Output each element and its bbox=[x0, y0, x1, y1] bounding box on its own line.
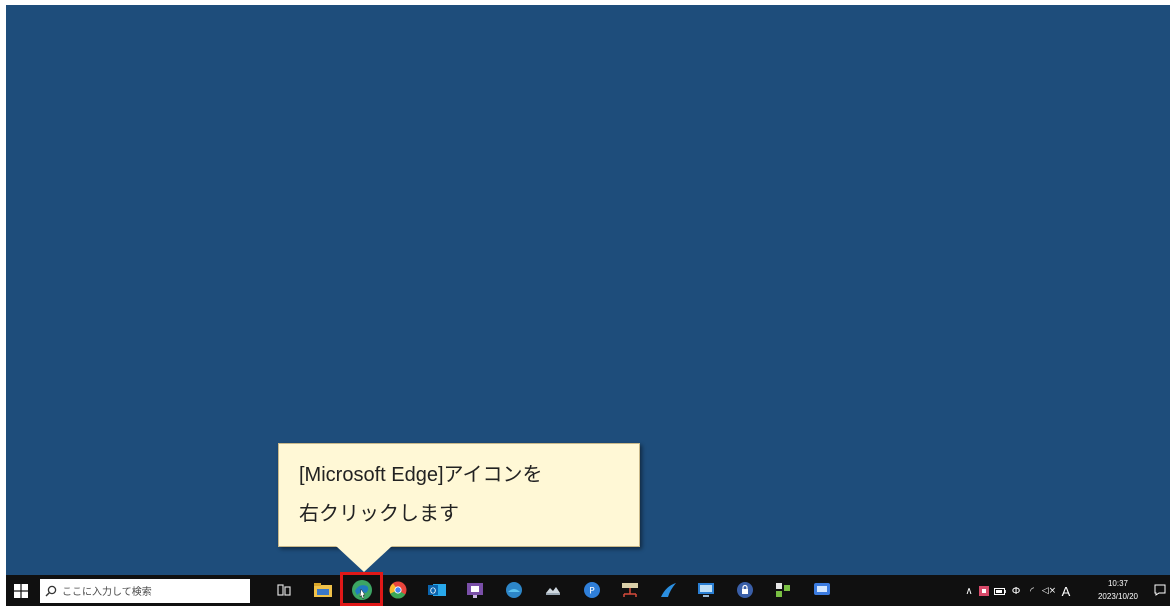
remote-desktop-button[interactable] bbox=[694, 578, 718, 602]
store-app-icon bbox=[776, 583, 790, 597]
tray-overflow-chevron-icon[interactable]: ∧ bbox=[962, 586, 976, 597]
edge-highlight-box bbox=[340, 572, 383, 606]
battery-icon[interactable] bbox=[992, 587, 1008, 595]
lock-app-icon bbox=[737, 582, 753, 598]
task-view-icon bbox=[277, 584, 291, 596]
pen-workspace-icon[interactable]: Ф bbox=[1008, 586, 1024, 597]
wifi-icon[interactable]: ◜ bbox=[1024, 586, 1040, 597]
screen-app-icon bbox=[814, 583, 830, 595]
chrome-button[interactable] bbox=[386, 578, 410, 602]
svg-text:O: O bbox=[430, 587, 436, 596]
chrome-icon bbox=[389, 581, 407, 599]
callout-line-2: 右クリックします bbox=[299, 503, 459, 525]
volume-muted-icon[interactable]: ◁× bbox=[1040, 586, 1058, 596]
search-icon bbox=[40, 585, 62, 597]
callout-line-1: [Microsoft Edge]アイコンを bbox=[299, 464, 543, 486]
notification-button[interactable] bbox=[1150, 578, 1170, 602]
task-view-button[interactable] bbox=[272, 578, 296, 602]
outlook-button[interactable]: O bbox=[425, 578, 449, 602]
network-icon bbox=[622, 583, 638, 597]
network-button[interactable] bbox=[618, 578, 642, 602]
clock-date: 2023/10/20 bbox=[1097, 592, 1139, 601]
file-explorer-button[interactable] bbox=[311, 578, 335, 602]
cloud-icon bbox=[546, 587, 560, 595]
browser-icon bbox=[506, 582, 522, 598]
svg-text:P: P bbox=[589, 587, 595, 597]
file-explorer-icon bbox=[314, 583, 332, 597]
callout-tail bbox=[336, 546, 392, 572]
tray-app-icon[interactable] bbox=[976, 585, 992, 597]
clock-time: 10:37 bbox=[1107, 579, 1129, 588]
search-box[interactable]: ここに入力して検索 bbox=[40, 578, 250, 603]
windows-start-icon bbox=[14, 583, 28, 598]
ime-indicator[interactable]: A bbox=[1058, 584, 1074, 599]
clock[interactable]: 10:37 2023/10/20 bbox=[1094, 577, 1142, 603]
start-button[interactable] bbox=[6, 575, 36, 606]
remote-desktop-icon bbox=[698, 583, 714, 597]
screen-app-button[interactable] bbox=[810, 578, 834, 602]
system-tray: ∧ Ф ◜ ◁× A bbox=[962, 577, 1082, 605]
store-app-button[interactable] bbox=[771, 578, 795, 602]
cloud-button[interactable] bbox=[541, 578, 565, 602]
browser-button[interactable] bbox=[502, 578, 526, 602]
teams-icon bbox=[467, 583, 483, 598]
app-p-button[interactable]: P bbox=[580, 578, 604, 602]
swoosh-app-button[interactable] bbox=[656, 578, 680, 602]
instruction-callout: [Microsoft Edge]アイコンを 右クリックします bbox=[278, 443, 640, 547]
app-swoosh-icon bbox=[661, 583, 676, 597]
teams-button[interactable] bbox=[463, 578, 487, 602]
outlook-icon: O bbox=[428, 584, 446, 596]
notification-icon bbox=[1154, 584, 1166, 596]
search-placeholder: ここに入力して検索 bbox=[62, 587, 152, 598]
app-p-icon: P bbox=[584, 582, 600, 598]
lock-app-button[interactable] bbox=[733, 578, 757, 602]
